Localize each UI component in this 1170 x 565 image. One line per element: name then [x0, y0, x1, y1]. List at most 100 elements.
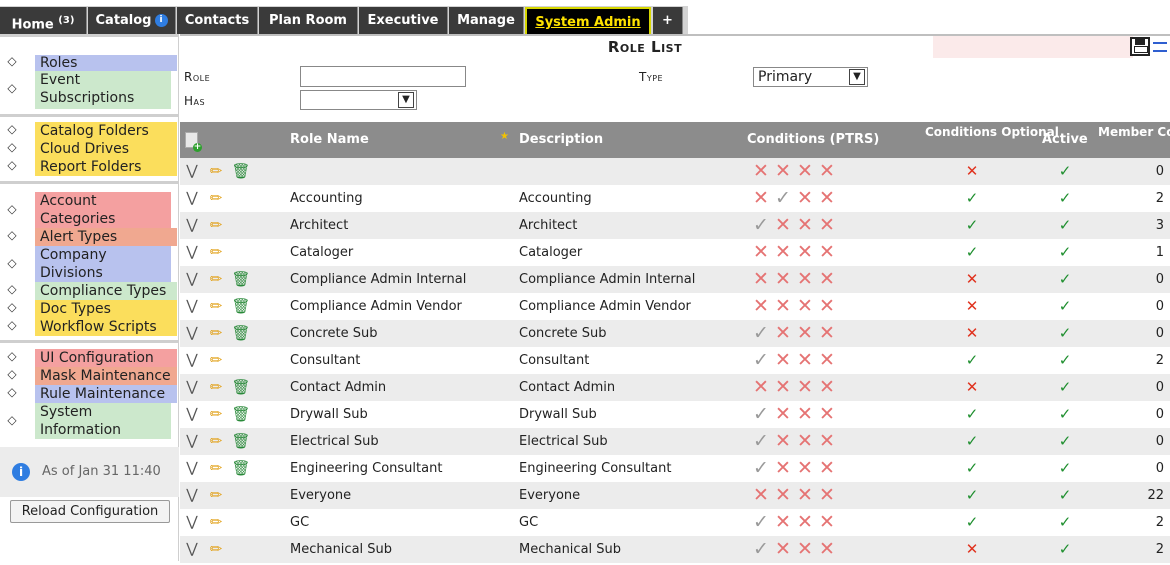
sidebar-item-event-subscriptions[interactable]: ◇ Event Subscriptions	[0, 71, 179, 109]
edit-pencil-icon[interactable]: ✏	[209, 347, 223, 374]
tab-manage[interactable]: Manage	[449, 7, 524, 34]
trash-icon[interactable]: 🗑	[231, 158, 251, 185]
table-row[interactable]: ⋁ ✏ Consultant Consultant ✓ ✕ ✕ ✕ ✓ ✓ 2	[180, 347, 1170, 374]
expand-icon[interactable]: ⋁	[182, 536, 202, 563]
diamond-icon: ◇	[7, 413, 17, 427]
role-name-cell: Drywall Sub	[290, 407, 368, 422]
sidebar-item-mask-maintenance[interactable]: ◇ Mask Maintenance	[0, 367, 179, 385]
save-icon[interactable]	[1130, 37, 1150, 56]
tab-add[interactable]: +	[653, 7, 683, 34]
edit-pencil-icon[interactable]: ✏	[209, 158, 223, 185]
type-filter-select[interactable]: Primary ▼	[753, 67, 868, 87]
expand-icon[interactable]: ⋁	[182, 401, 202, 428]
sidebar-item-account-categories[interactable]: ◇ Account Categories	[0, 192, 179, 228]
edit-pencil-icon[interactable]: ✏	[209, 185, 223, 212]
table-row[interactable]: ⋁ ✏ Architect Architect ✓ ✕ ✕ ✕ ✓ ✓ 3	[180, 212, 1170, 239]
sidebar-item-catalog-folders[interactable]: ◇ Catalog Folders	[0, 122, 179, 140]
sidebar-item-doc-types[interactable]: ◇ Doc Types	[0, 300, 179, 318]
edit-pencil-icon[interactable]: ✏	[209, 374, 223, 401]
sidebar-item-report-folders[interactable]: ◇ Report Folders	[0, 158, 179, 176]
has-filter-select[interactable]: ▼	[300, 90, 417, 110]
edit-pencil-icon[interactable]: ✏	[209, 482, 223, 509]
edit-pencil-icon[interactable]: ✏	[209, 293, 223, 320]
expand-icon[interactable]: ⋁	[182, 212, 202, 239]
reload-configuration-button[interactable]: Reload Configuration	[10, 500, 170, 523]
role-filter-input[interactable]	[300, 66, 466, 87]
expand-icon[interactable]: ⋁	[182, 347, 202, 374]
table-row[interactable]: ⋁ ✏ 🗑 Compliance Admin Vendor Compliance Adm…	[180, 293, 1170, 320]
expand-icon[interactable]: ⋁	[182, 293, 202, 320]
sidebar-item-compliance-types[interactable]: ◇ Compliance Types	[0, 282, 179, 300]
column-header-conditions-optional[interactable]: Conditions Optional	[925, 122, 1059, 158]
tab-home[interactable]: Home (3)	[0, 7, 87, 34]
edit-pencil-icon[interactable]: ✏	[209, 509, 223, 536]
sidebar-item-system-information[interactable]: ◇ System Information	[0, 403, 179, 439]
list-icon[interactable]	[1153, 42, 1167, 52]
expand-icon[interactable]: ⋁	[182, 158, 202, 185]
table-row[interactable]: ⋁ ✏ GC GC ✓ ✕ ✕ ✕ ✓ ✓ 2	[180, 509, 1170, 536]
trash-icon[interactable]: 🗑	[231, 293, 251, 320]
sidebar-item-ui-configuration[interactable]: ◇ UI Configuration	[0, 349, 179, 367]
sidebar-item-cloud-drives[interactable]: ◇ Cloud Drives	[0, 140, 179, 158]
column-header-conditions[interactable]: Conditions (PTRS)	[747, 122, 879, 158]
add-role-icon[interactable]	[185, 132, 202, 152]
table-row[interactable]: ⋁ ✏ 🗑 Concrete Sub Concrete Sub ✓ ✕ ✕ ✕ ✕ ✓ 0	[180, 320, 1170, 347]
edit-pencil-icon[interactable]: ✏	[209, 266, 223, 293]
table-row[interactable]: ⋁ ✏ 🗑 ✕ ✕ ✕ ✕ ✕ ✓ 0	[180, 158, 1170, 185]
table-row[interactable]: ⋁ ✏ 🗑 Drywall Sub Drywall Sub ✓ ✕ ✕ ✕ ✓ ✓ 0	[180, 401, 1170, 428]
edit-pencil-icon[interactable]: ✏	[209, 212, 223, 239]
edit-pencil-icon[interactable]: ✏	[209, 536, 223, 563]
trash-icon[interactable]: 🗑	[231, 428, 251, 455]
tab-contacts[interactable]: Contacts	[177, 7, 258, 34]
table-row[interactable]: ⋁ ✏ Accounting Accounting ✕ ✓ ✕ ✕ ✓ ✓ 2	[180, 185, 1170, 212]
column-header-description[interactable]: Description	[519, 122, 603, 158]
expand-icon[interactable]: ⋁	[182, 482, 202, 509]
cross-icon: ✕	[753, 187, 769, 209]
column-header-role-name[interactable]: Role Name	[290, 122, 369, 158]
expand-icon[interactable]: ⋁	[182, 266, 202, 293]
conditions-ptrs-cell: ✕ ✕ ✕ ✕	[750, 266, 850, 293]
sidebar-item-company-divisions[interactable]: ◇ Company Divisions	[0, 246, 179, 282]
expand-icon[interactable]: ⋁	[182, 374, 202, 401]
edit-pencil-icon[interactable]: ✏	[209, 320, 223, 347]
table-row[interactable]: ⋁ ✏ 🗑 Electrical Sub Electrical Sub ✓ ✕ ✕ ✕ ✓ ✓ 0	[180, 428, 1170, 455]
column-header-active[interactable]: Active	[1042, 122, 1088, 158]
sidebar-item-rule-maintenance[interactable]: ◇ Rule Maintenance	[0, 385, 179, 403]
check-icon: ✓	[1058, 378, 1072, 396]
expand-icon[interactable]: ⋁	[182, 428, 202, 455]
trash-icon[interactable]: 🗑	[231, 374, 251, 401]
trash-icon[interactable]: 🗑	[231, 401, 251, 428]
sidebar-item-workflow-scripts[interactable]: ◇ Workflow Scripts	[0, 318, 179, 336]
cross-icon: ✕	[819, 322, 835, 344]
tab-catalog[interactable]: Catalog i	[88, 7, 176, 34]
role-description-cell: Engineering Consultant	[519, 461, 672, 476]
tab-executive[interactable]: Executive	[359, 7, 448, 34]
edit-pencil-icon[interactable]: ✏	[209, 401, 223, 428]
edit-pencil-icon[interactable]: ✏	[209, 239, 223, 266]
expand-icon[interactable]: ⋁	[182, 239, 202, 266]
trash-icon[interactable]: 🗑	[231, 455, 251, 482]
edit-pencil-icon[interactable]: ✏	[209, 428, 223, 455]
tab-system-admin[interactable]: System Admin	[525, 7, 651, 34]
expand-icon[interactable]: ⋁	[182, 320, 202, 347]
table-row[interactable]: ⋁ ✏ 🗑 Engineering Consultant Engineering Con…	[180, 455, 1170, 482]
sidebar-item-alert-types[interactable]: ◇ Alert Types	[0, 228, 179, 246]
tab-plan-room[interactable]: Plan Room	[259, 7, 358, 34]
trash-icon[interactable]: 🗑	[231, 266, 251, 293]
table-row[interactable]: ⋁ ✏ 🗑 Compliance Admin Internal Compliance A…	[180, 266, 1170, 293]
expand-icon[interactable]: ⋁	[182, 509, 202, 536]
member-count-cell: 0	[1155, 380, 1164, 395]
sidebar-item-roles[interactable]: ◇ Roles	[0, 54, 179, 71]
table-row[interactable]: ⋁ ✏ Cataloger Cataloger ✕ ✕ ✕ ✕ ✓ ✓ 1	[180, 239, 1170, 266]
table-row[interactable]: ⋁ ✏ Everyone Everyone ✕ ✕ ✕ ✕ ✓ ✓ 22	[180, 482, 1170, 509]
column-header-member-count[interactable]: Member Count	[1098, 122, 1170, 158]
edit-pencil-icon[interactable]: ✏	[209, 455, 223, 482]
expand-icon[interactable]: ⋁	[182, 455, 202, 482]
table-row[interactable]: ⋁ ✏ Mechanical Sub Mechanical Sub ✓ ✕ ✕ ✕ ✕ ✓ 2	[180, 536, 1170, 563]
sidebar-item-label: Roles	[35, 55, 177, 71]
diamond-icon: ◇	[7, 318, 17, 332]
trash-icon[interactable]: 🗑	[231, 320, 251, 347]
expand-icon[interactable]: ⋁	[182, 185, 202, 212]
check-icon: ✓	[1058, 513, 1072, 531]
table-row[interactable]: ⋁ ✏ 🗑 Contact Admin Contact Admin ✕ ✕ ✕ ✕ ✕ ✓ 0	[180, 374, 1170, 401]
